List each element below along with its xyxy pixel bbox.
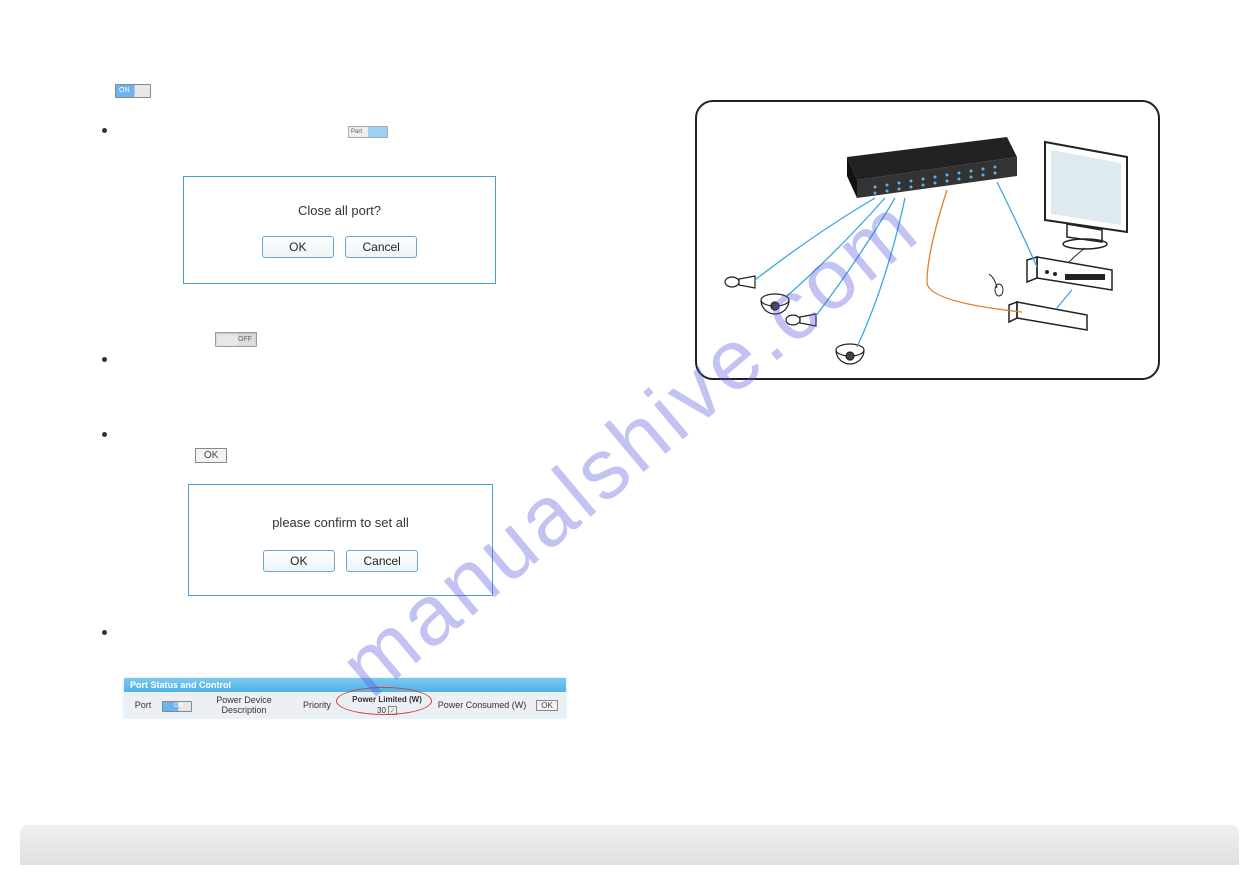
port-status-table: Port Status and Control Port ON Power De… <box>124 678 566 718</box>
col-priority-header: Priority <box>292 700 342 710</box>
mini-part-toggle[interactable]: Part <box>348 126 388 138</box>
dome-camera-icon-1 <box>761 294 789 314</box>
col-power-consumed-header: Power Consumed (W) <box>432 700 532 710</box>
dome-camera-icon-2 <box>836 344 864 364</box>
power-limited-label: Power Limited (W) <box>342 695 432 705</box>
col-power-limited: Power Limited (W) 30 ✓ <box>342 695 432 715</box>
monitor-icon <box>1045 142 1127 249</box>
diagram-svg <box>697 102 1160 380</box>
dialog1-message: Close all port? <box>184 203 495 218</box>
dialog1-cancel-button[interactable]: Cancel <box>345 236 417 258</box>
table-title: Port Status and Control <box>124 678 566 692</box>
close-all-port-dialog: Close all port? OK Cancel <box>183 176 496 284</box>
ok-mini-button[interactable]: OK <box>195 448 227 463</box>
dialog1-ok-button[interactable]: OK <box>262 236 334 258</box>
confirm-set-all-dialog: please confirm to set all OK Cancel <box>188 484 493 596</box>
port-toggle-off[interactable]: OFF <box>215 332 257 347</box>
bullet-3 <box>102 432 107 437</box>
monitor-cable <box>1069 248 1085 262</box>
blue-cables <box>755 198 905 347</box>
camera-icon-1 <box>725 276 755 288</box>
network-diagram <box>695 100 1160 380</box>
orange-cable <box>927 190 1022 312</box>
nvr-cable <box>997 182 1037 267</box>
dialog2-message: please confirm to set all <box>189 515 492 530</box>
camera-icon-2 <box>786 314 816 326</box>
dialog2-cancel-button[interactable]: Cancel <box>346 550 418 572</box>
col-port-toggle[interactable]: ON <box>158 699 196 712</box>
row-ok-button[interactable]: OK <box>536 700 558 711</box>
col-port-header: Port <box>128 700 158 710</box>
row-toggle-on[interactable]: ON <box>162 701 192 712</box>
table-row: Port ON Power Device Description Priorit… <box>124 692 566 718</box>
power-limited-checkbox[interactable]: ✓ <box>388 706 397 715</box>
bullet-4 <box>102 630 107 635</box>
power-limited-value: 30 <box>377 706 386 715</box>
dialog2-ok-button[interactable]: OK <box>263 550 335 572</box>
port-toggle-on[interactable]: ON <box>115 84 151 98</box>
col-desc-header: Power Device Description <box>196 695 292 715</box>
switch-icon <box>847 137 1017 198</box>
footer-bar <box>20 825 1239 865</box>
small-device-icon <box>989 274 1087 330</box>
bullet-2 <box>102 357 107 362</box>
bullet-1 <box>102 128 107 133</box>
nvr-device-cable <box>1057 290 1072 308</box>
